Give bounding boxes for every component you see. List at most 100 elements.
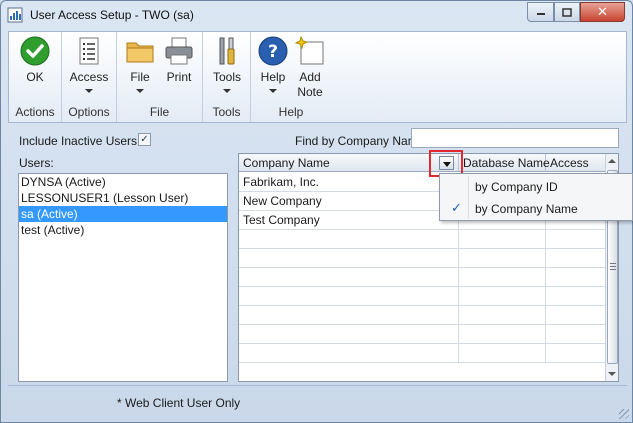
help-label: Help — [260, 70, 286, 84]
menu-item-label: by Company ID — [475, 180, 558, 194]
find-by-company-label: Find by Company Name — [295, 134, 425, 148]
tools-button[interactable]: Tools — [209, 35, 245, 93]
ribbon-group-tools: Tools Tools — [203, 32, 251, 122]
grid-cell-database — [459, 344, 546, 363]
column-header-company-name[interactable]: Company Name — [239, 154, 459, 172]
window-title: User Access Setup - TWO (sa) — [30, 8, 194, 22]
folder-icon — [126, 42, 154, 63]
print-button[interactable]: Print — [161, 35, 197, 85]
grid-cell-access — [546, 249, 606, 268]
user-item[interactable]: DYNSA (Active) — [19, 174, 227, 190]
checkmark-icon — [20, 36, 50, 66]
minimize-icon — [536, 13, 545, 15]
footer-divider — [8, 385, 627, 386]
grid-cell-access — [546, 287, 606, 306]
content-area: Include Inactive Users ✓ Find by Company… — [8, 125, 627, 386]
grip-line — [610, 269, 616, 270]
column-header-access[interactable]: Access — [546, 154, 606, 172]
grid-cell-database — [459, 287, 546, 306]
column-header-database-name[interactable]: Database Name — [459, 154, 550, 172]
grid-row-empty[interactable] — [239, 344, 606, 363]
ribbon-group-help: ? Help Add Note Help — [251, 32, 331, 122]
grid-row-empty[interactable] — [239, 306, 606, 325]
file-button[interactable]: File — [122, 35, 158, 93]
ribbon-group-label: Tools — [212, 105, 241, 119]
ribbon-group-file: File Print File — [117, 32, 203, 122]
grid-cell-access — [546, 325, 606, 344]
help-icon: ? — [258, 36, 288, 66]
grid-cell-company: Test Company — [239, 211, 459, 230]
add-note-button[interactable]: Add Note — [292, 35, 328, 100]
scroll-down-icon[interactable] — [608, 372, 616, 376]
tools-icon — [219, 37, 235, 65]
find-by-company-input[interactable] — [411, 128, 619, 148]
checkmark-icon: ✓ — [451, 201, 462, 216]
printer-icon — [165, 37, 193, 65]
ok-button[interactable]: OK — [17, 35, 53, 85]
grid-cell-database — [459, 325, 546, 344]
grid-row-empty[interactable] — [239, 287, 606, 306]
grid-cell-database — [459, 230, 546, 249]
resize-grip-icon[interactable] — [619, 409, 629, 419]
access-label: Access — [69, 70, 109, 84]
close-icon: ✕ — [597, 4, 608, 20]
menu-item-by-company-id[interactable]: by Company ID — [442, 176, 630, 198]
maximize-icon — [562, 7, 572, 17]
grid-cell-company — [239, 306, 459, 325]
grid-cell-database — [459, 268, 546, 287]
users-list[interactable]: DYNSA (Active) LESSONUSER1 (Lesson User)… — [18, 173, 228, 382]
user-item[interactable]: LESSONUSER1 (Lesson User) — [19, 190, 227, 206]
grid-cell-company — [239, 249, 459, 268]
chevron-down-icon — [269, 89, 277, 93]
grid-cell-company — [239, 344, 459, 363]
ribbon-toolbar: OK Actions Access Options File Print Fil… — [8, 31, 627, 123]
grid-header: Company Name Database Name Access — [239, 154, 606, 172]
file-label: File — [130, 70, 150, 84]
grid-cell-company — [239, 230, 459, 249]
app-icon — [7, 7, 23, 23]
list-icon — [79, 37, 99, 65]
ribbon-group-label: Actions — [15, 105, 55, 119]
grid-cell-company: New Company — [239, 192, 459, 211]
web-client-footnote: * Web Client User Only — [117, 396, 241, 410]
chevron-down-icon — [223, 89, 231, 93]
grid-cell-access — [546, 306, 606, 325]
minimize-button[interactable] — [527, 2, 554, 22]
chevron-down-icon — [85, 89, 93, 93]
print-label: Print — [166, 70, 192, 84]
user-item[interactable]: test (Active) — [19, 222, 227, 238]
grid-row-empty[interactable] — [239, 268, 606, 287]
grid-row-empty[interactable] — [239, 230, 606, 249]
maximize-button[interactable] — [554, 2, 580, 22]
include-inactive-checkbox[interactable]: ✓ — [138, 133, 151, 146]
grip-line — [610, 263, 616, 264]
close-button[interactable]: ✕ — [580, 2, 625, 22]
include-inactive-label: Include Inactive Users — [19, 134, 138, 148]
grip-line — [610, 266, 616, 267]
grid-cell-company — [239, 287, 459, 306]
user-access-setup-window: User Access Setup - TWO (sa) ✕ OK Action… — [0, 0, 633, 423]
scroll-up-icon[interactable] — [608, 159, 616, 163]
sort-menu: by Company ID ✓ by Company Name — [439, 173, 633, 221]
ribbon-group-label: File — [149, 105, 170, 119]
ok-label: OK — [26, 70, 44, 84]
grid-cell-company: Fabrikam, Inc. — [239, 173, 459, 192]
ribbon-group-actions: OK Actions — [9, 32, 62, 122]
grid-cell-database — [459, 306, 546, 325]
grid-cell-access — [546, 344, 606, 363]
svg-text:?: ? — [268, 42, 278, 62]
grid-cell-company — [239, 325, 459, 344]
user-item-selected[interactable]: sa (Active) — [19, 206, 227, 222]
access-button[interactable]: Access — [68, 35, 110, 93]
ribbon-group-label: Help — [278, 105, 304, 119]
help-button[interactable]: ? Help — [255, 35, 291, 93]
title-bar[interactable]: User Access Setup - TWO (sa) ✕ — [1, 1, 632, 29]
grid-row-empty[interactable] — [239, 249, 606, 268]
ribbon-group-label: Options — [68, 105, 110, 119]
grid-cell-database — [459, 249, 546, 268]
tools-label: Tools — [212, 70, 241, 84]
grid-cell-access — [546, 230, 606, 249]
grid-cell-company — [239, 268, 459, 287]
grid-row-empty[interactable] — [239, 325, 606, 344]
menu-item-by-company-name[interactable]: ✓ by Company Name — [442, 198, 630, 220]
